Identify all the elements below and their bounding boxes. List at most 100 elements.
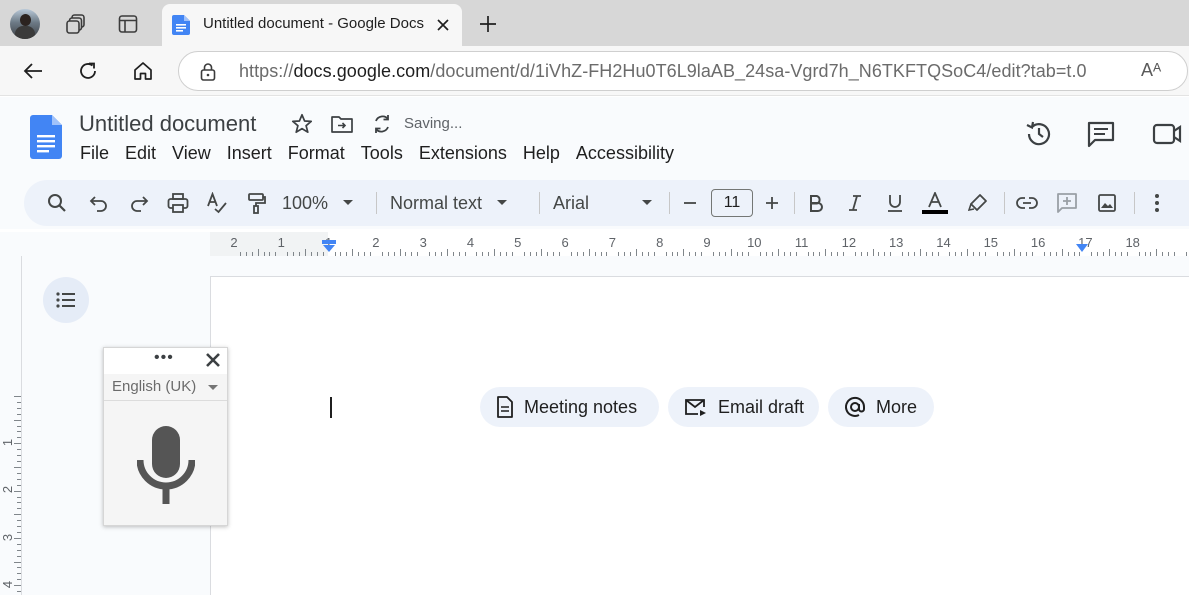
vertical-ruler-tick <box>17 520 21 521</box>
menu-tools[interactable]: Tools <box>353 143 411 165</box>
vertical-ruler-tick <box>17 473 21 474</box>
version-history-icon[interactable] <box>1024 119 1054 149</box>
paragraph-style-select[interactable]: Normal text <box>390 188 524 218</box>
chevron-down-icon <box>208 385 218 390</box>
increase-font-size-icon[interactable] <box>760 188 784 218</box>
move-folder-icon[interactable] <box>330 113 354 135</box>
print-icon[interactable] <box>163 188 193 218</box>
spellcheck-icon[interactable] <box>202 188 232 218</box>
address-bar[interactable]: https://docs.google.com/document/d/1iVhZ… <box>178 51 1188 91</box>
sync-icon[interactable] <box>371 113 393 135</box>
ruler-tick <box>683 249 684 256</box>
document-title[interactable]: Untitled document <box>79 111 256 137</box>
underline-icon[interactable] <box>881 188 909 218</box>
back-arrow-icon <box>22 60 44 82</box>
email-draft-chip[interactable]: Email draft <box>668 387 819 427</box>
tab-google-docs[interactable]: Untitled document - Google Docs <box>162 4 462 46</box>
vertical-ruler-tick <box>14 491 21 492</box>
menu-view[interactable]: View <box>164 143 219 165</box>
toolbar-divider <box>669 192 670 214</box>
menu-insert[interactable]: Insert <box>219 143 280 165</box>
new-tab-button[interactable] <box>472 8 504 40</box>
left-indent-marker[interactable] <box>322 240 336 254</box>
menu-bar: File Edit View Insert Format Tools Exten… <box>72 143 682 165</box>
vertical-ruler-number: 3 <box>0 533 15 540</box>
ruler-number: 5 <box>514 235 521 250</box>
zoom-select[interactable]: 100% <box>282 188 366 218</box>
microphone-icon[interactable] <box>137 426 195 504</box>
tab-actions-icon[interactable] <box>112 8 144 40</box>
toolbar-divider <box>1134 192 1135 214</box>
menu-help[interactable]: Help <box>515 143 568 165</box>
search-menus-icon[interactable] <box>42 188 72 218</box>
vertical-ruler-tick <box>17 567 21 568</box>
add-comment-icon[interactable] <box>1052 188 1082 218</box>
profile-avatar[interactable] <box>10 9 40 39</box>
voice-typing-header[interactable]: ••• <box>104 348 227 374</box>
menu-format[interactable]: Format <box>280 143 353 165</box>
undo-icon[interactable] <box>84 188 114 218</box>
meeting-notes-chip[interactable]: Meeting notes <box>480 387 659 427</box>
comments-icon[interactable] <box>1086 119 1116 149</box>
bold-icon[interactable] <box>802 188 830 218</box>
ruler-tick <box>1156 249 1157 256</box>
text-color-icon[interactable] <box>920 188 950 218</box>
more-label: More <box>876 397 917 418</box>
close-icon[interactable] <box>204 351 222 369</box>
menu-accessibility[interactable]: Accessibility <box>568 143 682 165</box>
paint-format-icon[interactable] <box>242 188 272 218</box>
meet-video-icon[interactable] <box>1152 121 1182 147</box>
more-chip[interactable]: More <box>828 387 934 427</box>
ruler-number: 9 <box>703 235 710 250</box>
toolbar-divider <box>794 192 795 214</box>
vertical-ruler-tick <box>17 485 21 486</box>
voice-language-select[interactable]: English (UK) <box>104 374 227 401</box>
font-family-select[interactable]: Arial <box>553 188 655 218</box>
document-outline-button[interactable] <box>43 277 89 323</box>
document-page[interactable] <box>210 276 1189 595</box>
vertical-ruler-tick <box>14 467 21 468</box>
menu-file[interactable]: File <box>72 143 117 165</box>
menu-edit[interactable]: Edit <box>117 143 164 165</box>
font-size-input[interactable]: 11 <box>711 188 753 218</box>
vertical-ruler-tick <box>17 556 21 557</box>
highlight-color-icon[interactable] <box>964 188 992 218</box>
ruler-number: 8 <box>656 235 663 250</box>
ruler-left-area <box>0 232 210 256</box>
ruler-number: 14 <box>936 235 950 250</box>
docs-logo-icon[interactable] <box>30 115 62 159</box>
lock-icon[interactable] <box>199 62 217 82</box>
read-aloud-icon[interactable]: Aᴬ <box>1141 60 1161 81</box>
more-options-icon[interactable] <box>1144 188 1170 218</box>
insert-image-icon[interactable] <box>1092 188 1122 218</box>
ruler-number: 10 <box>747 235 761 250</box>
voice-typing-panel[interactable]: ••• English (UK) <box>103 347 228 526</box>
tab-close-icon[interactable] <box>430 12 456 38</box>
ruler-tick <box>305 249 306 256</box>
voice-typing-drag-handle[interactable]: ••• <box>154 349 174 367</box>
right-indent-marker[interactable] <box>1076 244 1088 254</box>
back-button[interactable] <box>16 54 50 88</box>
redo-icon[interactable] <box>124 188 154 218</box>
refresh-button[interactable] <box>71 54 105 88</box>
decrease-font-size-icon[interactable] <box>678 188 702 218</box>
menu-extensions[interactable]: Extensions <box>411 143 515 165</box>
vertical-ruler-tick <box>17 573 21 574</box>
ruler-tick <box>825 249 826 256</box>
italic-icon[interactable] <box>841 188 869 218</box>
url-text[interactable]: https://docs.google.com/document/d/1iVhZ… <box>239 61 1087 82</box>
ruler-number: 18 <box>1125 235 1139 250</box>
ruler-tick <box>873 249 874 256</box>
ruler-tick <box>1109 249 1110 256</box>
formatting-toolbar: 100% Normal text Arial 11 <box>24 180 1189 226</box>
insert-link-icon[interactable] <box>1012 188 1042 218</box>
home-button[interactable] <box>126 54 160 88</box>
vertical-ruler[interactable]: 1234 <box>0 256 22 595</box>
home-icon <box>132 60 154 82</box>
vertical-ruler-tick <box>17 426 21 427</box>
workspaces-icon[interactable] <box>60 8 92 40</box>
vertical-ruler-tick <box>17 414 21 415</box>
vertical-ruler-tick <box>17 449 21 450</box>
horizontal-ruler[interactable]: 21123456789101112131415161718 <box>210 232 1189 256</box>
star-icon[interactable] <box>290 112 314 136</box>
